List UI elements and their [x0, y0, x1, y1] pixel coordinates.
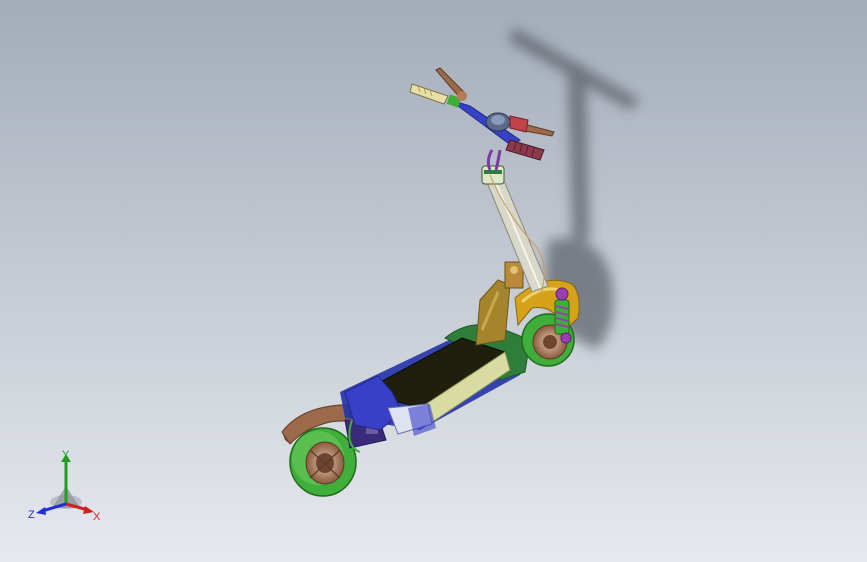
right-brake-lever[interactable]	[509, 115, 555, 137]
z-axis-label: Z	[28, 509, 35, 521]
display-unit[interactable]	[485, 112, 511, 132]
handlebar[interactable]	[446, 94, 521, 171]
x-axis-arrow	[65, 502, 94, 514]
graphics-viewport[interactable]: Y X Z	[0, 0, 867, 562]
y-axis-label: Y	[62, 449, 70, 461]
scooter-model-view[interactable]	[0, 0, 867, 562]
x-axis-label: X	[93, 511, 101, 523]
rear-wheel[interactable]	[289, 427, 357, 497]
axis-triad[interactable]: Y X Z	[22, 448, 106, 524]
right-grip[interactable]	[505, 139, 545, 161]
deck[interactable]	[340, 324, 531, 436]
left-grip[interactable]	[409, 83, 449, 105]
z-axis-arrow	[36, 502, 67, 515]
